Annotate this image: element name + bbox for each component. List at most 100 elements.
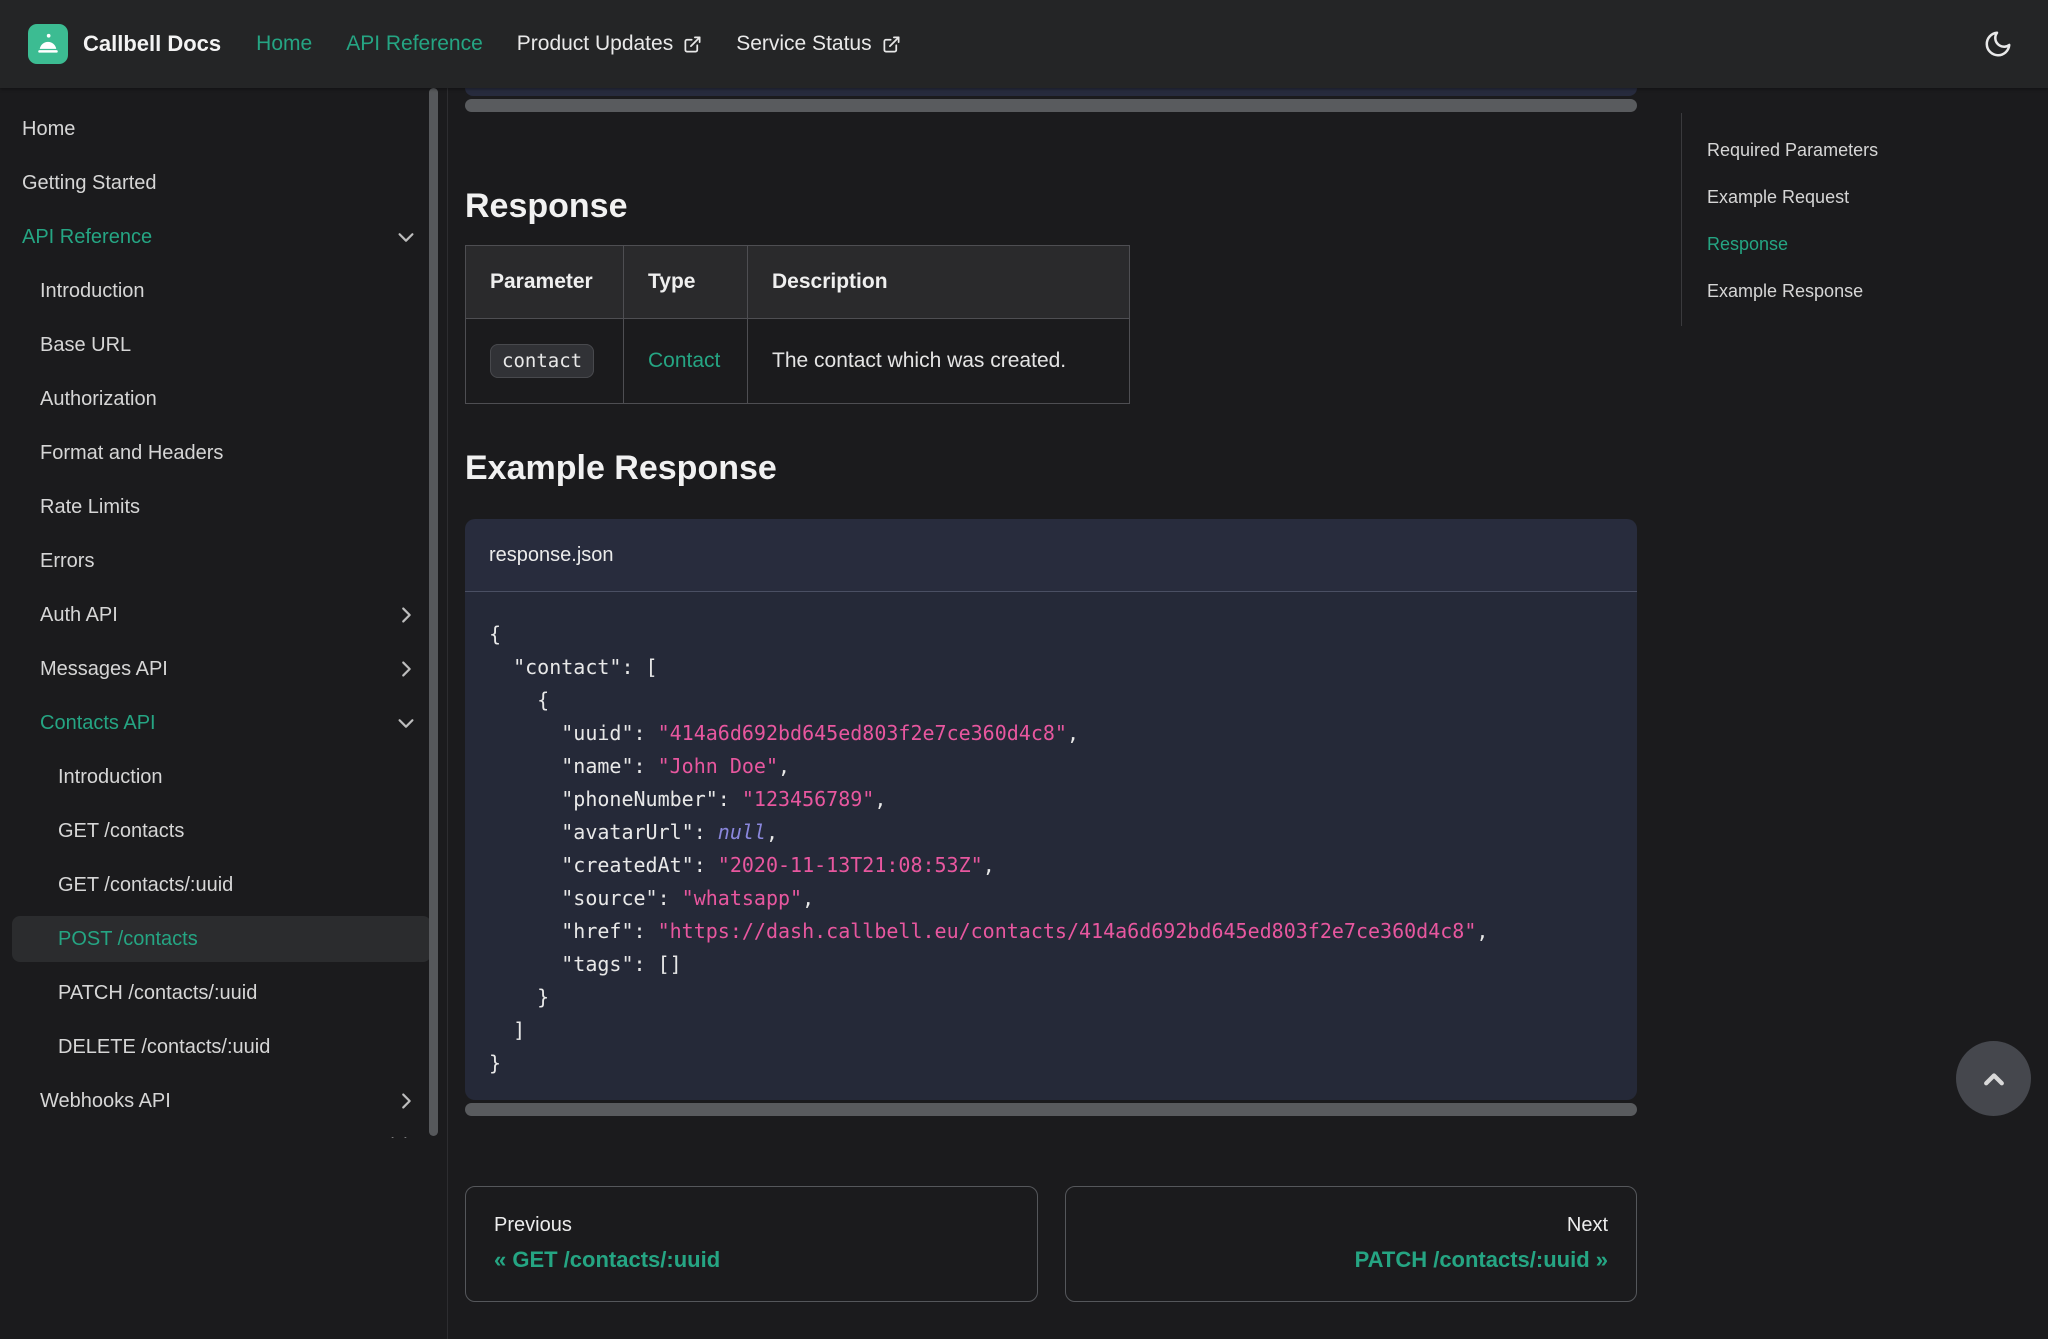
sidebar-item-messages-api[interactable]: Messages API (12, 646, 431, 692)
sidebar-item-webhooks-api[interactable]: Webhooks API (12, 1078, 431, 1124)
code-line: "uuid": "414a6d692bd645ed803f2e7ce360d4c… (489, 721, 1080, 745)
external-link-icon (684, 36, 701, 52)
chevron-down-icon (398, 719, 414, 728)
toc-item-example-response[interactable]: Example Response (1707, 280, 2026, 302)
chevron-right-icon (402, 661, 411, 677)
brand[interactable]: Callbell Docs (28, 24, 221, 64)
sidebar-item-api-reference[interactable]: API Reference (12, 214, 431, 260)
page: { "navbar": { "brand": "Callbell Docs", … (0, 0, 2048, 1339)
main-content: Response Parameter Type Description contac… (465, 88, 1637, 1302)
parameter-code: contact (490, 344, 595, 378)
example-response-heading: Example Response (465, 449, 777, 487)
code-line: "name": "John Doe", (489, 754, 791, 778)
chevron-right-icon (402, 607, 411, 623)
nav-link-product-updates[interactable]: Product Updates (500, 0, 719, 88)
nav-link-home[interactable]: Home (239, 0, 329, 88)
navbar-links: Home API Reference Product Updates Service … (239, 0, 917, 88)
sidebar-item-format-and-headers[interactable]: Format and Headers (12, 430, 431, 476)
sidebar-item-label: Messages API (40, 657, 168, 680)
next-page-link: PATCH /contacts/:uuid » (1354, 1247, 1608, 1272)
nav-link-label: API Reference (346, 32, 483, 55)
pagination: Previous « GET /contacts/:uuid Next PATC… (465, 1186, 1637, 1302)
sidebar-scrollbar[interactable] (429, 88, 438, 1136)
sidebar-item-label: Introduction (58, 765, 163, 788)
sidebar-item-label: Getting Started (22, 171, 157, 194)
nav-link-label: Service Status (736, 32, 872, 55)
chevron-right-icon (402, 1093, 411, 1109)
sidebar-item-label: Introduction (40, 279, 145, 302)
sidebar-item-base-url[interactable]: Base URL (12, 322, 431, 368)
sidebar-item-post-contacts[interactable]: POST /contacts (12, 916, 431, 962)
next-page-card[interactable]: Next PATCH /contacts/:uuid » (1064, 1186, 1637, 1302)
sidebar-item-label: Base URL (40, 333, 132, 356)
table-row: contact Contact The contact which was crea… (465, 318, 1130, 404)
code-horizontal-scrollbar-bottom[interactable] (465, 1103, 1637, 1116)
sidebar-item-contacts-api[interactable]: Contacts API (12, 700, 431, 746)
chevron-up-icon (1983, 1072, 2004, 1085)
sidebar-item-label: GET /contacts (58, 819, 185, 842)
external-link-icon (883, 36, 900, 52)
sidebar-item-get-contacts-uuid[interactable]: GET /contacts/:uuid (12, 862, 431, 908)
code-block-filename: response.json (465, 519, 1637, 592)
code-line: "avatarUrl": null, (489, 820, 778, 844)
nav-link-api-reference[interactable]: API Reference (329, 0, 500, 88)
navbar-right (1976, 22, 2020, 66)
sidebar-item-label: API Reference (22, 225, 153, 248)
table-header-parameter: Parameter (465, 245, 624, 319)
sidebar-item-label: POST /contacts (58, 927, 198, 950)
type-cell: Contact (623, 318, 748, 404)
code-line: "href": "https://dash.callbell.eu/contac… (489, 919, 1489, 943)
sidebar-item-label: Home (22, 117, 76, 140)
sidebar-item-get-contacts[interactable]: GET /contacts (12, 808, 431, 854)
previous-label: Previous (494, 1214, 572, 1236)
brand-title: Callbell Docs (83, 31, 222, 56)
toc-item-example-request[interactable]: Example Request (1707, 186, 2026, 208)
moon-icon (1985, 31, 2011, 57)
table-of-contents: Required Parameters Example Request Respon… (1681, 113, 2026, 326)
sidebar-item-label: Rate Limits (40, 495, 141, 518)
logo (28, 24, 68, 64)
toc-item-required-parameters[interactable]: Required Parameters (1707, 139, 2026, 161)
code-line: } (489, 985, 550, 1009)
next-label: Next (1566, 1214, 1608, 1236)
sidebar-item-delete-contacts-uuid[interactable]: DELETE /contacts/:uuid (12, 1024, 431, 1070)
sidebar-item-label: DELETE /contacts/:uuid (58, 1035, 271, 1058)
sidebar-item-introduction[interactable]: Introduction (12, 268, 431, 314)
navbar: Callbell Docs Home API Reference Product U… (0, 0, 2048, 88)
code-line: } (489, 1051, 502, 1075)
sidebar-item-patch-contacts-uuid[interactable]: PATCH /contacts/:uuid (12, 970, 431, 1016)
parameter-cell: contact (465, 318, 624, 404)
code-horizontal-scrollbar-top[interactable] (465, 99, 1637, 112)
sidebar-item-home[interactable]: Home (12, 106, 431, 152)
previous-page-card[interactable]: Previous « GET /contacts/:uuid (465, 1186, 1038, 1302)
code-line: { (489, 688, 550, 712)
description-cell: The contact which was created. (747, 318, 1130, 404)
code-line: "phoneNumber": "123456789", (489, 787, 887, 811)
sidebar-menu: Home Getting Started API Reference Introduc… (12, 106, 447, 1124)
toc-item-response[interactable]: Response (1707, 233, 2026, 255)
sidebar-partial-item-chevron (388, 1131, 412, 1138)
nav-link-label: Home (256, 32, 313, 55)
response-parameters-table: Parameter Type Description contact Contact T… (465, 245, 1130, 404)
sidebar-item-introduction[interactable]: Introduction (12, 754, 431, 800)
theme-toggle-button[interactable] (1976, 22, 2020, 66)
sidebar: Home Getting Started API Reference Introduc… (0, 88, 448, 1339)
scroll-to-top-button[interactable] (1956, 1041, 2031, 1116)
example-response-code-block: response.json { "contact": [ { "uuid": "… (465, 519, 1637, 1100)
sidebar-item-label: Auth API (40, 603, 118, 626)
sidebar-item-getting-started[interactable]: Getting Started (12, 160, 431, 206)
sidebar-item-label: Webhooks API (40, 1089, 171, 1112)
sidebar-item-errors[interactable]: Errors (12, 538, 431, 584)
type-link-contact[interactable]: Contact (648, 349, 720, 372)
sidebar-item-auth-api[interactable]: Auth API (12, 592, 431, 638)
sidebar-item-rate-limits[interactable]: Rate Limits (12, 484, 431, 530)
sidebar-item-authorization[interactable]: Authorization (12, 376, 431, 422)
previous-page-link: « GET /contacts/:uuid (494, 1247, 721, 1272)
code-line: { (489, 622, 502, 646)
sidebar-item-label: Format and Headers (40, 441, 224, 464)
code-line: "source": "whatsapp", (489, 886, 815, 910)
response-heading: Response (465, 187, 628, 225)
nav-link-service-status[interactable]: Service Status (719, 0, 917, 88)
sidebar-item-label: Contacts API (40, 711, 156, 734)
table-header-row: Parameter Type Description (465, 245, 1130, 319)
